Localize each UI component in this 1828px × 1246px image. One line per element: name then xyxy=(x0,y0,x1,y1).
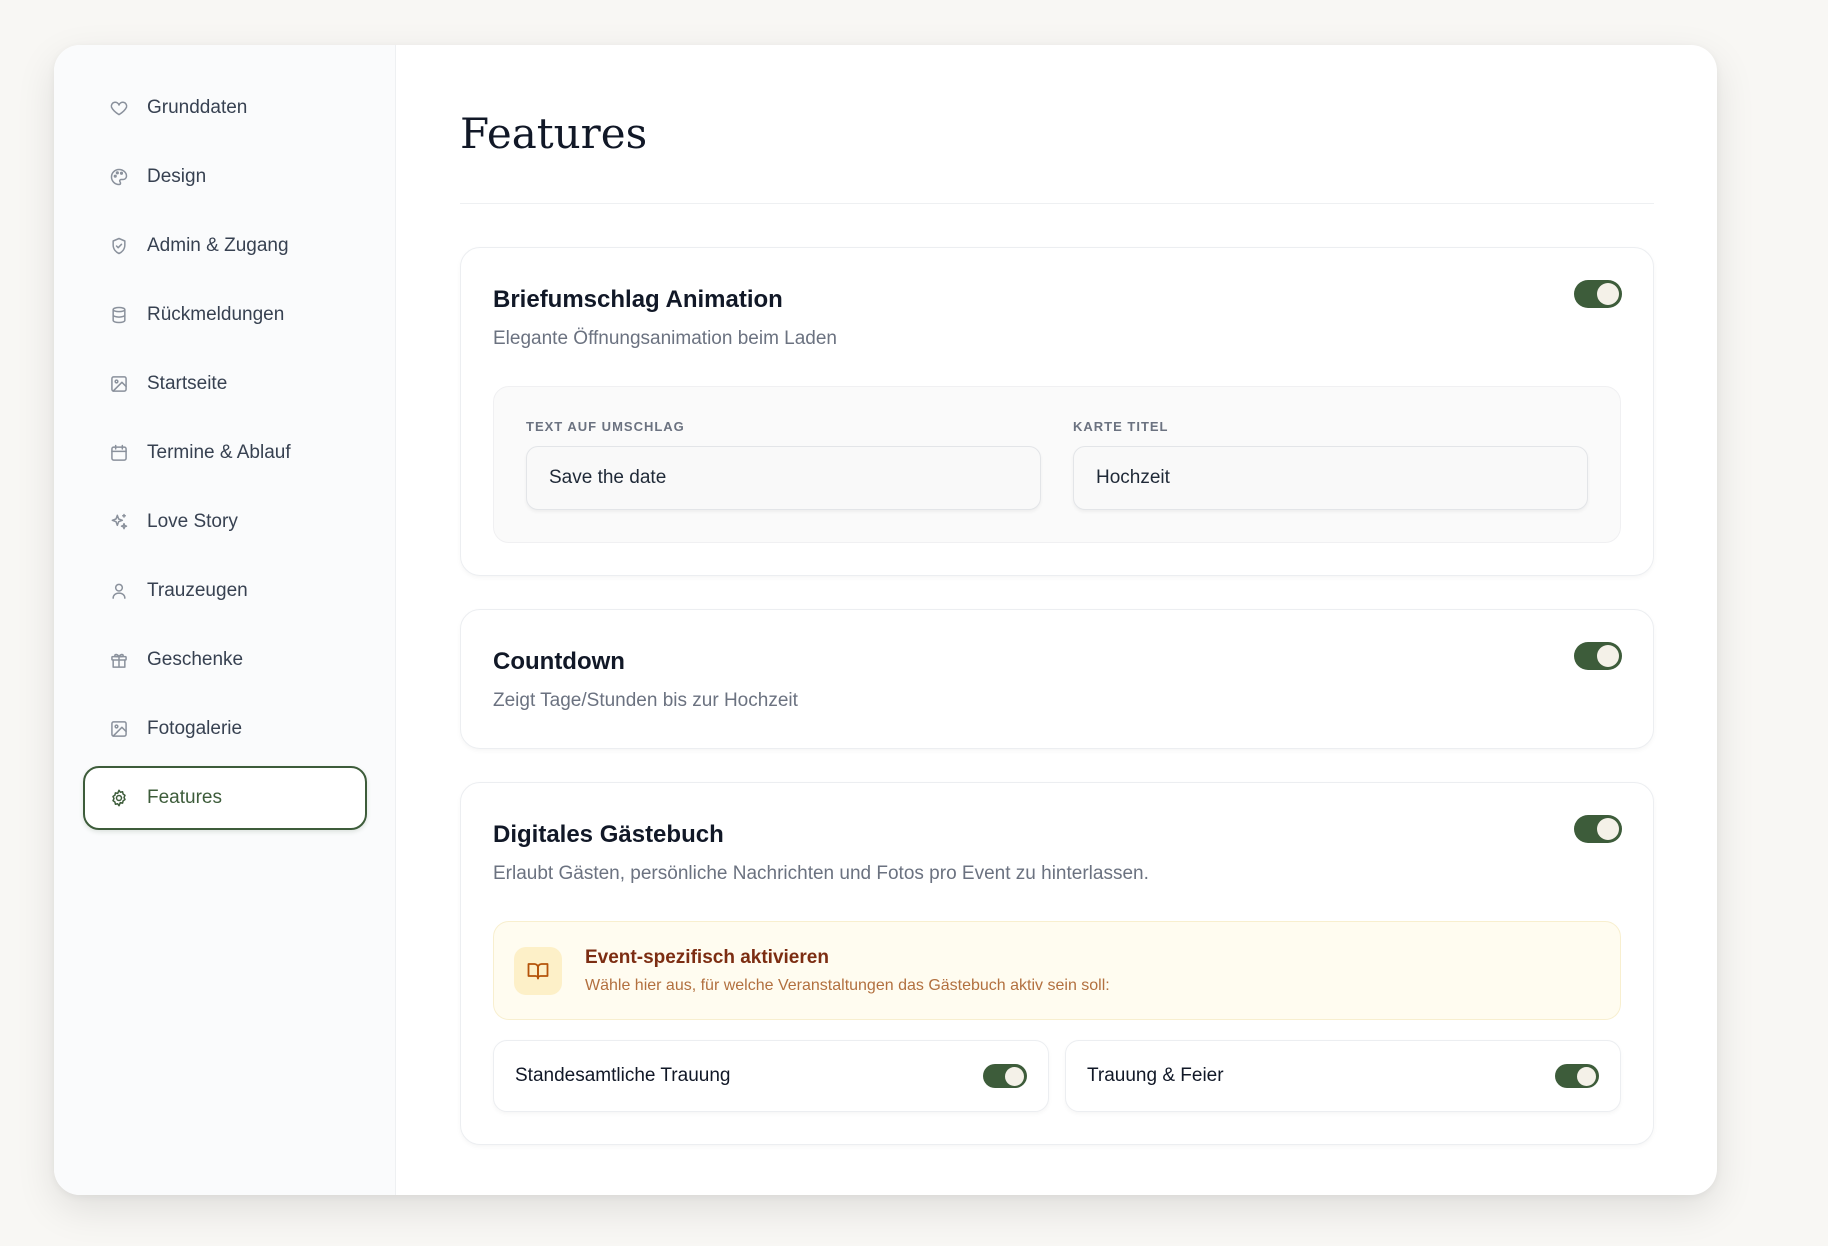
sidebar-item-label: Fotogalerie xyxy=(147,718,243,739)
sparkles-icon xyxy=(109,512,129,532)
sidebar-item-label: Love Story xyxy=(147,511,238,532)
palette-icon xyxy=(109,167,129,187)
event-row-standesamt: Standesamtliche Trauung xyxy=(493,1040,1049,1112)
card-title: Briefumschlag Animation xyxy=(493,286,783,313)
sidebar-item-label: Termine & Ablauf xyxy=(147,442,291,463)
card-title: Digitales Gästebuch xyxy=(493,821,724,848)
guestbook-card: Digitales Gästebuch Erlaubt Gästen, pers… xyxy=(460,782,1654,1145)
countdown-card: Countdown Zeigt Tage/Stunden bis zur Hoc… xyxy=(460,609,1654,749)
standesamt-toggle[interactable] xyxy=(983,1064,1027,1088)
sidebar-item-label: Design xyxy=(147,166,207,187)
sidebar-item-geschenke[interactable]: Geschenke xyxy=(83,628,367,692)
card-description: Erlaubt Gästen, persönliche Nachrichten … xyxy=(493,863,1149,884)
sidebar-item-label: Admin & Zugang xyxy=(147,235,289,256)
countdown-toggle[interactable] xyxy=(1574,642,1622,670)
toggle-knob xyxy=(1597,283,1619,305)
envelope-text-field: TEXT AUF UMSCHLAG xyxy=(526,419,1041,510)
gear-icon xyxy=(109,788,129,808)
main-content: Features Briefumschlag Animation Elegant… xyxy=(396,45,1717,1195)
sidebar-item-label: Grunddaten xyxy=(147,97,248,118)
toggle-knob xyxy=(1577,1066,1596,1086)
event-row-trauung-feier: Trauung & Feier xyxy=(1065,1040,1621,1112)
event-label: Trauung & Feier xyxy=(1087,1065,1224,1086)
image-icon xyxy=(109,719,129,739)
sidebar-item-startseite[interactable]: Startseite xyxy=(83,352,367,416)
sidebar-item-label: Features xyxy=(147,787,222,808)
toggle-knob xyxy=(1005,1066,1024,1086)
sidebar-item-admin[interactable]: Admin & Zugang xyxy=(83,214,367,278)
user-icon xyxy=(109,581,129,601)
sidebar: Grunddaten Design Admin & Zugang Rückmel… xyxy=(54,45,396,1195)
calendar-icon xyxy=(109,443,129,463)
heart-icon xyxy=(109,98,129,118)
sidebar-item-features[interactable]: Features xyxy=(83,766,367,830)
sidebar-item-termine[interactable]: Termine & Ablauf xyxy=(83,421,367,485)
event-toggles: Standesamtliche Trauung Trauung & Feier xyxy=(493,1040,1621,1112)
envelope-animation-toggle[interactable] xyxy=(1574,280,1622,308)
card-title: Countdown xyxy=(493,648,625,675)
sidebar-item-love-story[interactable]: Love Story xyxy=(83,490,367,554)
toggle-knob xyxy=(1597,645,1619,667)
app-window: Grunddaten Design Admin & Zugang Rückmel… xyxy=(54,45,1717,1195)
sidebar-item-label: Trauzeugen xyxy=(147,580,248,601)
sidebar-item-grunddaten[interactable]: Grunddaten xyxy=(83,76,367,140)
sidebar-item-fotogalerie[interactable]: Fotogalerie xyxy=(83,697,367,761)
shield-icon xyxy=(109,236,129,256)
card-description: Elegante Öffnungsanimation beim Laden xyxy=(493,328,838,349)
sidebar-item-label: Geschenke xyxy=(147,649,244,670)
database-icon xyxy=(109,305,129,325)
info-subtitle: Wähle hier aus, für welche Veranstaltung… xyxy=(585,976,1110,994)
gift-icon xyxy=(109,650,129,670)
field-label: TEXT AUF UMSCHLAG xyxy=(526,419,685,434)
book-open-icon xyxy=(514,946,562,995)
field-label: KARTE TITEL xyxy=(1073,419,1169,434)
envelope-text-input[interactable] xyxy=(526,446,1041,510)
guestbook-toggle[interactable] xyxy=(1574,815,1622,843)
sidebar-item-design[interactable]: Design xyxy=(83,145,367,209)
trauung-feier-toggle[interactable] xyxy=(1555,1064,1599,1088)
image-icon xyxy=(109,374,129,394)
page-title: Features xyxy=(460,109,1654,204)
sidebar-item-label: Startseite xyxy=(147,373,228,394)
card-description: Zeigt Tage/Stunden bis zur Hochzeit xyxy=(493,690,798,711)
envelope-fields: TEXT AUF UMSCHLAG KARTE TITEL xyxy=(493,386,1621,543)
toggle-knob xyxy=(1597,818,1619,840)
info-text: Event-spezifisch aktivieren Wähle hier a… xyxy=(585,947,1110,995)
card-title-input[interactable] xyxy=(1073,446,1588,510)
sidebar-item-rueckmeldungen[interactable]: Rückmeldungen xyxy=(83,283,367,347)
sidebar-item-label: Rückmeldungen xyxy=(147,304,285,325)
card-title-field: KARTE TITEL xyxy=(1073,419,1588,510)
event-specific-info: Event-spezifisch aktivieren Wähle hier a… xyxy=(493,921,1621,1020)
event-label: Standesamtliche Trauung xyxy=(515,1065,731,1086)
envelope-animation-card: Briefumschlag Animation Elegante Öffnung… xyxy=(460,247,1654,576)
sidebar-item-trauzeugen[interactable]: Trauzeugen xyxy=(83,559,367,623)
info-title: Event-spezifisch aktivieren xyxy=(585,946,829,968)
